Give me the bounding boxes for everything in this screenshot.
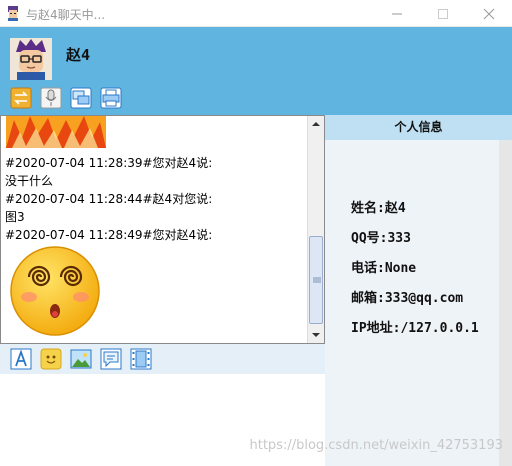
font-icon — [10, 348, 32, 370]
transfer-button[interactable] — [10, 87, 32, 109]
scrollbar-thumb[interactable] — [309, 236, 323, 324]
close-button[interactable] — [466, 0, 512, 27]
chat-scrollbar[interactable] — [307, 116, 324, 343]
message-body: 图3 — [5, 210, 25, 224]
dizzy-face-emoji — [10, 246, 100, 336]
message-header: #2020-07-04 11:28:44#赵4对您说: — [5, 192, 213, 206]
grip-icon — [313, 277, 321, 283]
chat-header: 赵4 — [0, 27, 512, 115]
swap-icon — [10, 87, 32, 109]
window-title: 与赵4聊天中... — [26, 8, 106, 22]
font-button[interactable] — [10, 348, 32, 370]
voice-button[interactable] — [40, 87, 62, 109]
message-body: 没干什么 — [5, 174, 54, 188]
contact-name: 赵4 — [66, 46, 91, 64]
emoji-icon — [40, 348, 62, 370]
screen-share-icon — [70, 87, 92, 109]
chat-record-button[interactable] — [100, 348, 122, 370]
avatar[interactable] — [10, 38, 52, 80]
chat-bubble-icon — [100, 348, 122, 370]
image-icon — [70, 349, 92, 369]
close-icon — [483, 8, 495, 20]
minimize-button[interactable] — [374, 0, 420, 27]
scroll-down-icon[interactable] — [308, 327, 324, 343]
info-panel-title: 个人信息 — [325, 115, 512, 140]
info-ip: IP地址:/127.0.0.1 — [351, 321, 479, 336]
video-button[interactable] — [130, 348, 152, 370]
info-name: 姓名:赵4 — [351, 201, 406, 216]
maximize-button[interactable] — [420, 0, 466, 27]
input-toolbar — [0, 344, 325, 374]
fire-image — [6, 116, 106, 148]
message-header: #2020-07-04 11:28:39#您对赵4说: — [5, 156, 213, 170]
info-qq: QQ号:333 — [351, 231, 411, 246]
info-phone: 电话:None — [351, 261, 417, 276]
film-icon — [130, 348, 152, 370]
personal-info-panel: 个人信息 姓名:赵4 QQ号:333 电话:None 邮箱:333@qq.com… — [325, 115, 512, 466]
image-button[interactable] — [70, 348, 92, 370]
emoji-button[interactable] — [40, 348, 62, 370]
chat-history-panel[interactable]: #2020-07-04 11:28:39#您对赵4说: 没干什么 #2020-0… — [0, 115, 325, 344]
microphone-icon — [40, 87, 62, 109]
watermark: https://blog.csdn.net/weixin_42753193 — [249, 438, 503, 453]
remote-desktop-button[interactable] — [70, 87, 92, 109]
app-icon — [8, 6, 18, 21]
print-button[interactable] — [100, 87, 122, 109]
info-email: 邮箱:333@qq.com — [351, 291, 464, 306]
info-panel-scrollbar[interactable] — [499, 140, 512, 466]
maximize-icon — [438, 9, 448, 19]
window-title-bar: 与赵4聊天中... — [0, 0, 512, 27]
message-list: #2020-07-04 11:28:39#您对赵4说: 没干什么 #2020-0… — [1, 116, 306, 343]
scroll-up-icon[interactable] — [308, 116, 324, 132]
printer-icon — [100, 87, 122, 109]
message-header: #2020-07-04 11:28:49#您对赵4说: — [5, 228, 213, 242]
minimize-icon — [392, 13, 402, 15]
